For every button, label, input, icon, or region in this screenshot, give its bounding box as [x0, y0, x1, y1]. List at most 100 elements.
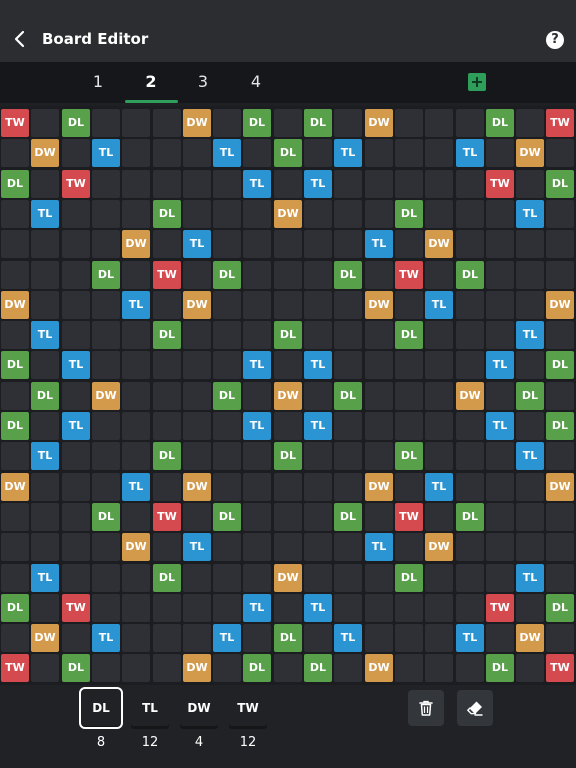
board-cell-empty[interactable] [486, 624, 514, 652]
board-cell-empty[interactable] [456, 412, 484, 440]
board-cell-empty[interactable] [243, 624, 271, 652]
board-cell-tl[interactable]: TL [304, 412, 332, 440]
board-cell-empty[interactable] [546, 200, 574, 228]
board-cell-empty[interactable] [516, 351, 544, 379]
board-cell-tl[interactable]: TL [456, 139, 484, 167]
palette-dl-button[interactable]: DL [79, 687, 123, 729]
board-cell-empty[interactable] [153, 291, 181, 319]
board-cell-empty[interactable] [122, 321, 150, 349]
board-cell-empty[interactable] [456, 594, 484, 622]
board-cell-dl[interactable]: DL [213, 261, 241, 289]
board-cell-empty[interactable] [92, 654, 120, 682]
board-cell-empty[interactable] [213, 412, 241, 440]
back-button[interactable] [10, 27, 30, 51]
board-cell-empty[interactable] [183, 351, 211, 379]
board-cell-empty[interactable] [304, 139, 332, 167]
board-cell-dl[interactable]: DL [486, 109, 514, 137]
board-cell-empty[interactable] [122, 564, 150, 592]
board-cell-empty[interactable] [486, 503, 514, 531]
board-cell-empty[interactable] [274, 230, 302, 258]
board-cell-empty[interactable] [486, 442, 514, 470]
board-cell-dw[interactable]: DW [365, 291, 393, 319]
board-cell-empty[interactable] [425, 654, 453, 682]
board-cell-empty[interactable] [213, 564, 241, 592]
board-cell-dl[interactable]: DL [213, 382, 241, 410]
board-cell-empty[interactable] [243, 200, 271, 228]
board-cell-tl[interactable]: TL [243, 412, 271, 440]
board-cell-empty[interactable] [213, 291, 241, 319]
board-cell-tw[interactable]: TW [546, 109, 574, 137]
board-cell-empty[interactable] [274, 291, 302, 319]
board-cell-dw[interactable]: DW [516, 624, 544, 652]
board-cell-empty[interactable] [274, 654, 302, 682]
board-cell-empty[interactable] [395, 594, 423, 622]
board-cell-tl[interactable]: TL [334, 624, 362, 652]
board-cell-empty[interactable] [425, 170, 453, 198]
board-cell-empty[interactable] [122, 109, 150, 137]
board-cell-tl[interactable]: TL [31, 200, 59, 228]
board-cell-empty[interactable] [243, 291, 271, 319]
board-cell-empty[interactable] [183, 624, 211, 652]
board-cell-empty[interactable] [456, 564, 484, 592]
board-cell-empty[interactable] [92, 412, 120, 440]
board-cell-empty[interactable] [516, 654, 544, 682]
board-cell-empty[interactable] [213, 594, 241, 622]
board-cell-empty[interactable] [456, 291, 484, 319]
board-cell-empty[interactable] [395, 109, 423, 137]
board-cell-empty[interactable] [92, 564, 120, 592]
board-cell-empty[interactable] [122, 442, 150, 470]
board-cell-tl[interactable]: TL [365, 533, 393, 561]
board-cell-empty[interactable] [183, 382, 211, 410]
board-cell-dw[interactable]: DW [274, 382, 302, 410]
board-cell-empty[interactable] [365, 170, 393, 198]
board-cell-empty[interactable] [546, 564, 574, 592]
board-cell-empty[interactable] [334, 594, 362, 622]
board-cell-tl[interactable]: TL [243, 594, 271, 622]
palette-dw-button[interactable]: DW [180, 690, 218, 726]
board-cell-dl[interactable]: DL [243, 654, 271, 682]
board-cell-empty[interactable] [486, 564, 514, 592]
board-cell-empty[interactable] [122, 139, 150, 167]
board-cell-empty[interactable] [365, 412, 393, 440]
board-cell-dw[interactable]: DW [183, 291, 211, 319]
board-cell-empty[interactable] [274, 533, 302, 561]
board-cell-empty[interactable] [395, 533, 423, 561]
board-cell-dl[interactable]: DL [1, 412, 29, 440]
board-cell-dl[interactable]: DL [153, 200, 181, 228]
board-cell-empty[interactable] [92, 533, 120, 561]
board-cell-empty[interactable] [122, 200, 150, 228]
board-cell-tl[interactable]: TL [425, 291, 453, 319]
board-cell-empty[interactable] [395, 139, 423, 167]
board-cell-tl[interactable]: TL [183, 533, 211, 561]
board-cell-empty[interactable] [31, 503, 59, 531]
board-cell-dw[interactable]: DW [183, 654, 211, 682]
board-cell-dl[interactable]: DL [274, 624, 302, 652]
board-cell-empty[interactable] [153, 594, 181, 622]
board-cell-empty[interactable] [92, 109, 120, 137]
board-cell-empty[interactable] [1, 200, 29, 228]
board-cell-empty[interactable] [395, 382, 423, 410]
board-cell-empty[interactable] [153, 351, 181, 379]
board-cell-empty[interactable] [546, 382, 574, 410]
board-cell-dl[interactable]: DL [334, 382, 362, 410]
board-cell-empty[interactable] [425, 624, 453, 652]
board-cell-tl[interactable]: TL [334, 139, 362, 167]
palette-tl-button[interactable]: TL [131, 690, 169, 726]
board-cell-tl[interactable]: TL [31, 442, 59, 470]
board-cell-empty[interactable] [365, 624, 393, 652]
board-cell-empty[interactable] [334, 533, 362, 561]
board-cell-empty[interactable] [122, 503, 150, 531]
board-cell-empty[interactable] [153, 170, 181, 198]
board-cell-empty[interactable] [456, 351, 484, 379]
board-cell-empty[interactable] [304, 442, 332, 470]
tab-4[interactable]: 4 [229, 62, 283, 103]
board-cell-empty[interactable] [304, 533, 332, 561]
board-cell-empty[interactable] [243, 533, 271, 561]
board-cell-empty[interactable] [456, 442, 484, 470]
board-cell-dl[interactable]: DL [153, 442, 181, 470]
board-cell-empty[interactable] [122, 170, 150, 198]
board-cell-dl[interactable]: DL [304, 654, 332, 682]
board-cell-tl[interactable]: TL [516, 442, 544, 470]
board-cell-dw[interactable]: DW [546, 473, 574, 501]
board-cell-tl[interactable]: TL [516, 321, 544, 349]
